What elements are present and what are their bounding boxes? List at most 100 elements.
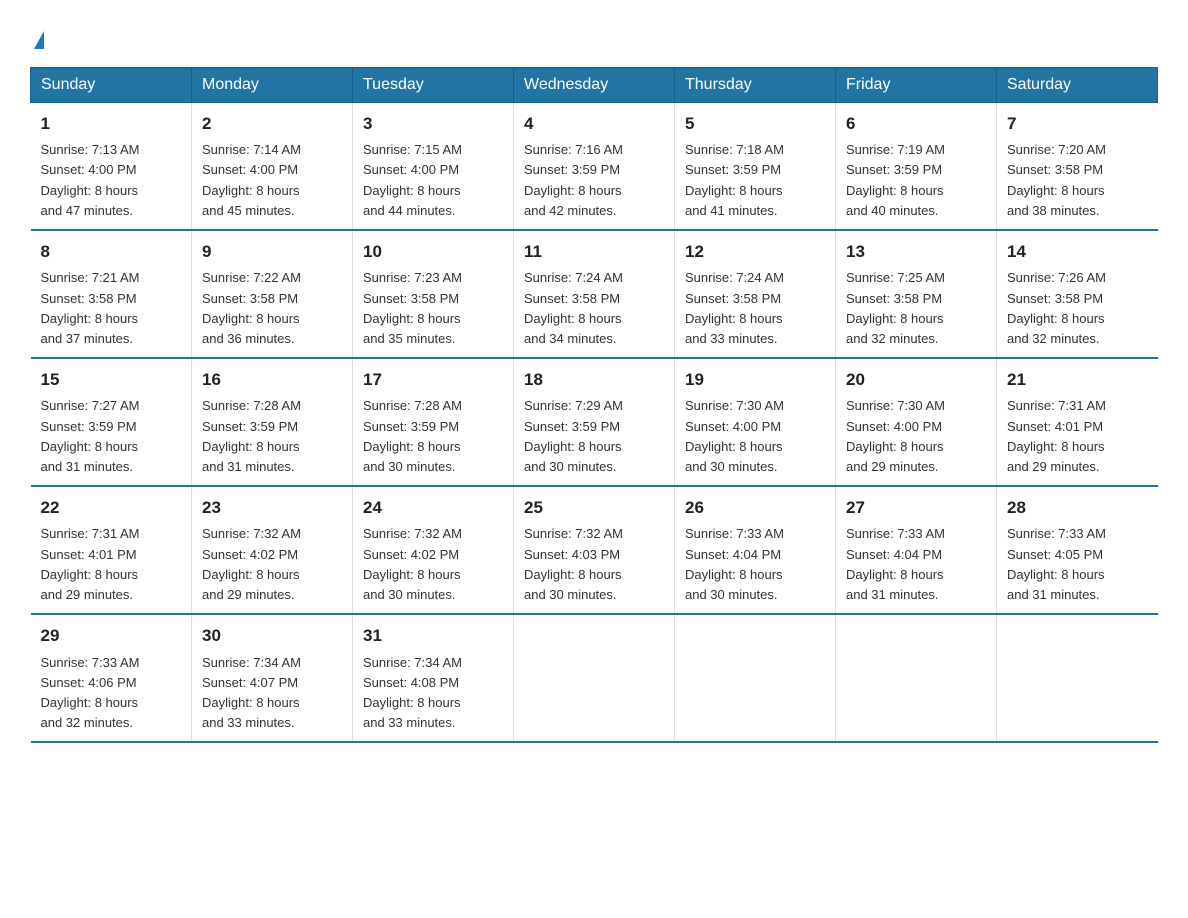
day-number: 20 [846,367,986,393]
day-number: 9 [202,239,342,265]
calendar-cell: 3 Sunrise: 7:15 AMSunset: 4:00 PMDayligh… [353,102,514,230]
weekday-header-saturday: Saturday [997,67,1158,102]
logo [30,20,44,51]
day-number: 16 [202,367,342,393]
day-info: Sunrise: 7:14 AMSunset: 4:00 PMDaylight:… [202,142,301,217]
day-info: Sunrise: 7:31 AMSunset: 4:01 PMDaylight:… [41,526,140,601]
calendar-cell: 22 Sunrise: 7:31 AMSunset: 4:01 PMDaylig… [31,486,192,614]
day-number: 12 [685,239,825,265]
page-header [30,20,1158,51]
calendar-cell [675,614,836,742]
day-number: 1 [41,111,182,137]
day-number: 30 [202,623,342,649]
day-info: Sunrise: 7:30 AMSunset: 4:00 PMDaylight:… [846,398,945,473]
day-info: Sunrise: 7:33 AMSunset: 4:05 PMDaylight:… [1007,526,1106,601]
calendar-cell: 30 Sunrise: 7:34 AMSunset: 4:07 PMDaylig… [192,614,353,742]
day-number: 13 [846,239,986,265]
calendar-cell: 17 Sunrise: 7:28 AMSunset: 3:59 PMDaylig… [353,358,514,486]
day-info: Sunrise: 7:20 AMSunset: 3:58 PMDaylight:… [1007,142,1106,217]
calendar-week-row: 8 Sunrise: 7:21 AMSunset: 3:58 PMDayligh… [31,230,1158,358]
calendar-cell [514,614,675,742]
day-number: 5 [685,111,825,137]
calendar-cell: 16 Sunrise: 7:28 AMSunset: 3:59 PMDaylig… [192,358,353,486]
day-info: Sunrise: 7:28 AMSunset: 3:59 PMDaylight:… [202,398,301,473]
day-info: Sunrise: 7:15 AMSunset: 4:00 PMDaylight:… [363,142,462,217]
calendar-cell: 21 Sunrise: 7:31 AMSunset: 4:01 PMDaylig… [997,358,1158,486]
day-info: Sunrise: 7:33 AMSunset: 4:04 PMDaylight:… [846,526,945,601]
day-number: 2 [202,111,342,137]
day-number: 15 [41,367,182,393]
calendar-cell: 4 Sunrise: 7:16 AMSunset: 3:59 PMDayligh… [514,102,675,230]
day-info: Sunrise: 7:27 AMSunset: 3:59 PMDaylight:… [41,398,140,473]
calendar-cell: 25 Sunrise: 7:32 AMSunset: 4:03 PMDaylig… [514,486,675,614]
logo-general-text [30,20,44,51]
day-info: Sunrise: 7:33 AMSunset: 4:04 PMDaylight:… [685,526,784,601]
day-info: Sunrise: 7:31 AMSunset: 4:01 PMDaylight:… [1007,398,1106,473]
calendar-week-row: 1 Sunrise: 7:13 AMSunset: 4:00 PMDayligh… [31,102,1158,230]
day-info: Sunrise: 7:29 AMSunset: 3:59 PMDaylight:… [524,398,623,473]
calendar-cell: 12 Sunrise: 7:24 AMSunset: 3:58 PMDaylig… [675,230,836,358]
day-number: 14 [1007,239,1148,265]
day-number: 22 [41,495,182,521]
day-number: 21 [1007,367,1148,393]
day-info: Sunrise: 7:21 AMSunset: 3:58 PMDaylight:… [41,270,140,345]
calendar-cell: 27 Sunrise: 7:33 AMSunset: 4:04 PMDaylig… [836,486,997,614]
weekday-header-row: SundayMondayTuesdayWednesdayThursdayFrid… [31,67,1158,102]
calendar-cell: 24 Sunrise: 7:32 AMSunset: 4:02 PMDaylig… [353,486,514,614]
calendar-cell: 19 Sunrise: 7:30 AMSunset: 4:00 PMDaylig… [675,358,836,486]
calendar-cell: 9 Sunrise: 7:22 AMSunset: 3:58 PMDayligh… [192,230,353,358]
weekday-header-tuesday: Tuesday [353,67,514,102]
calendar-cell: 26 Sunrise: 7:33 AMSunset: 4:04 PMDaylig… [675,486,836,614]
calendar-cell: 6 Sunrise: 7:19 AMSunset: 3:59 PMDayligh… [836,102,997,230]
day-info: Sunrise: 7:28 AMSunset: 3:59 PMDaylight:… [363,398,462,473]
calendar-cell: 10 Sunrise: 7:23 AMSunset: 3:58 PMDaylig… [353,230,514,358]
calendar-week-row: 22 Sunrise: 7:31 AMSunset: 4:01 PMDaylig… [31,486,1158,614]
calendar-cell: 11 Sunrise: 7:24 AMSunset: 3:58 PMDaylig… [514,230,675,358]
day-info: Sunrise: 7:23 AMSunset: 3:58 PMDaylight:… [363,270,462,345]
day-number: 18 [524,367,664,393]
calendar-cell: 8 Sunrise: 7:21 AMSunset: 3:58 PMDayligh… [31,230,192,358]
day-number: 27 [846,495,986,521]
calendar-cell: 23 Sunrise: 7:32 AMSunset: 4:02 PMDaylig… [192,486,353,614]
day-number: 3 [363,111,503,137]
day-info: Sunrise: 7:30 AMSunset: 4:00 PMDaylight:… [685,398,784,473]
day-number: 25 [524,495,664,521]
weekday-header-sunday: Sunday [31,67,192,102]
day-info: Sunrise: 7:22 AMSunset: 3:58 PMDaylight:… [202,270,301,345]
day-info: Sunrise: 7:34 AMSunset: 4:08 PMDaylight:… [363,655,462,730]
day-info: Sunrise: 7:32 AMSunset: 4:03 PMDaylight:… [524,526,623,601]
day-info: Sunrise: 7:26 AMSunset: 3:58 PMDaylight:… [1007,270,1106,345]
logo-triangle-icon [34,31,44,49]
calendar-table: SundayMondayTuesdayWednesdayThursdayFrid… [30,67,1158,743]
calendar-cell: 18 Sunrise: 7:29 AMSunset: 3:59 PMDaylig… [514,358,675,486]
calendar-cell: 28 Sunrise: 7:33 AMSunset: 4:05 PMDaylig… [997,486,1158,614]
calendar-cell: 29 Sunrise: 7:33 AMSunset: 4:06 PMDaylig… [31,614,192,742]
day-number: 17 [363,367,503,393]
day-info: Sunrise: 7:19 AMSunset: 3:59 PMDaylight:… [846,142,945,217]
calendar-cell: 14 Sunrise: 7:26 AMSunset: 3:58 PMDaylig… [997,230,1158,358]
day-number: 24 [363,495,503,521]
calendar-cell: 13 Sunrise: 7:25 AMSunset: 3:58 PMDaylig… [836,230,997,358]
calendar-cell: 15 Sunrise: 7:27 AMSunset: 3:59 PMDaylig… [31,358,192,486]
day-info: Sunrise: 7:25 AMSunset: 3:58 PMDaylight:… [846,270,945,345]
calendar-cell: 31 Sunrise: 7:34 AMSunset: 4:08 PMDaylig… [353,614,514,742]
day-info: Sunrise: 7:24 AMSunset: 3:58 PMDaylight:… [685,270,784,345]
day-number: 8 [41,239,182,265]
day-info: Sunrise: 7:32 AMSunset: 4:02 PMDaylight:… [202,526,301,601]
day-info: Sunrise: 7:34 AMSunset: 4:07 PMDaylight:… [202,655,301,730]
day-number: 26 [685,495,825,521]
weekday-header-friday: Friday [836,67,997,102]
day-info: Sunrise: 7:16 AMSunset: 3:59 PMDaylight:… [524,142,623,217]
day-number: 11 [524,239,664,265]
weekday-header-wednesday: Wednesday [514,67,675,102]
day-number: 31 [363,623,503,649]
day-number: 29 [41,623,182,649]
day-info: Sunrise: 7:32 AMSunset: 4:02 PMDaylight:… [363,526,462,601]
calendar-cell [836,614,997,742]
day-number: 7 [1007,111,1148,137]
calendar-cell: 1 Sunrise: 7:13 AMSunset: 4:00 PMDayligh… [31,102,192,230]
calendar-week-row: 15 Sunrise: 7:27 AMSunset: 3:59 PMDaylig… [31,358,1158,486]
day-info: Sunrise: 7:33 AMSunset: 4:06 PMDaylight:… [41,655,140,730]
weekday-header-thursday: Thursday [675,67,836,102]
calendar-cell: 2 Sunrise: 7:14 AMSunset: 4:00 PMDayligh… [192,102,353,230]
